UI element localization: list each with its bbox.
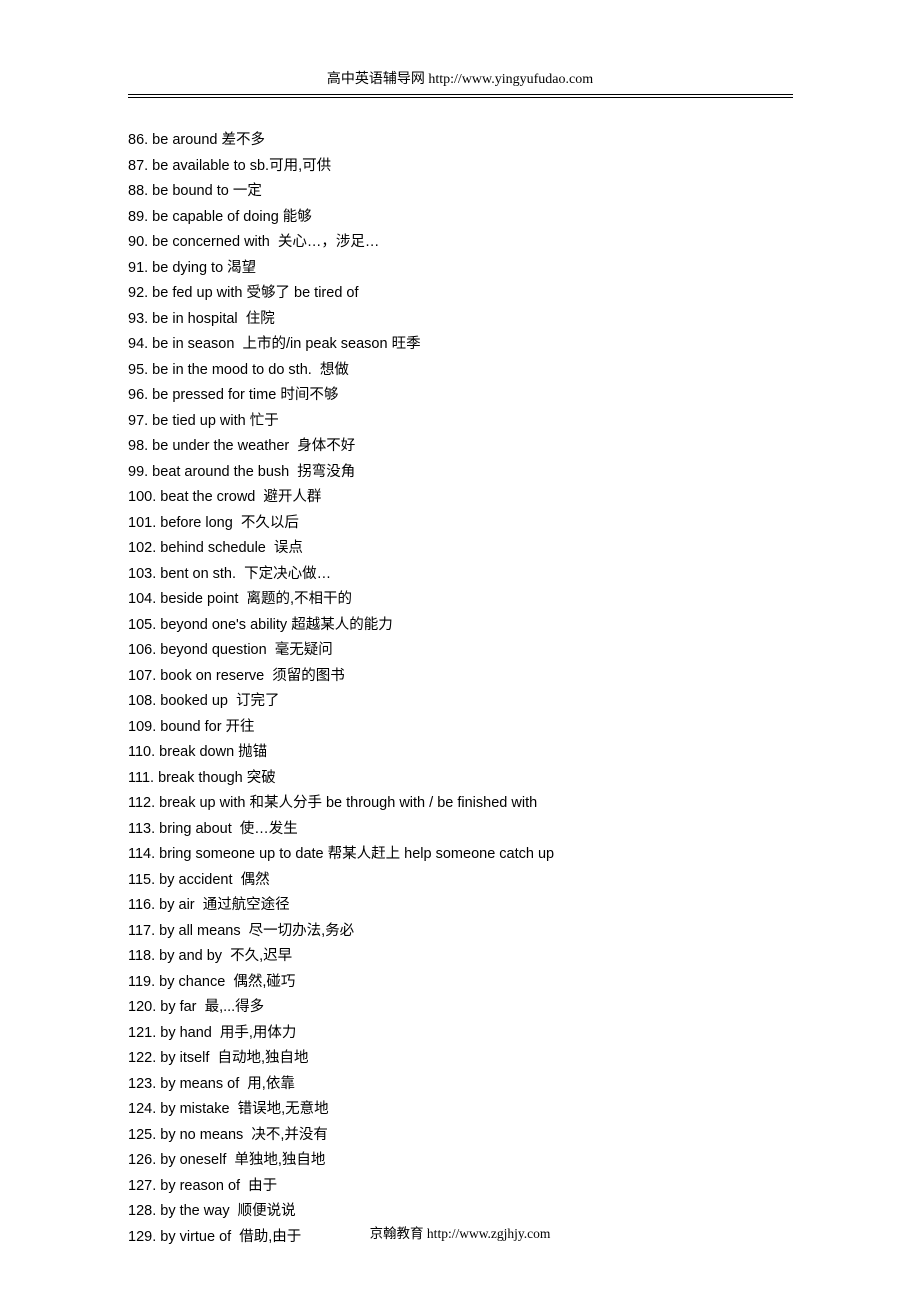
list-item: 91. be dying to 渴望 (128, 256, 920, 282)
page-footer: 京翰教育 http://www.zgjhjy.com (0, 1222, 920, 1242)
list-item: 127. by reason of 由于 (128, 1174, 920, 1200)
list-item: 103. bent on sth. 下定决心做… (128, 562, 920, 588)
list-item: 86. be around 差不多 (128, 128, 920, 154)
list-item: 117. by all means 尽一切办法,务必 (128, 919, 920, 945)
footer-text: 京翰教育 http://www.zgjhjy.com (370, 1226, 551, 1241)
vocabulary-list: 86. be around 差不多87. be available to sb.… (0, 98, 920, 1250)
list-item: 87. be available to sb.可用,可供 (128, 154, 920, 180)
list-item: 121. by hand 用手,用体力 (128, 1021, 920, 1047)
list-item: 106. beyond question 毫无疑问 (128, 638, 920, 664)
list-item: 122. by itself 自动地,独自地 (128, 1046, 920, 1072)
list-item: 111. break though 突破 (128, 766, 920, 792)
list-item: 92. be fed up with 受够了 be tired of (128, 281, 920, 307)
list-item: 126. by oneself 单独地,独自地 (128, 1148, 920, 1174)
list-item: 97. be tied up with 忙于 (128, 409, 920, 435)
list-item: 108. booked up 订完了 (128, 689, 920, 715)
page-header: 高中英语辅导网 http://www.yingyufudao.com (0, 0, 920, 98)
list-item: 107. book on reserve 须留的图书 (128, 664, 920, 690)
list-item: 123. by means of 用,依靠 (128, 1072, 920, 1098)
list-item: 101. before long 不久以后 (128, 511, 920, 537)
list-item: 113. bring about 使…发生 (128, 817, 920, 843)
list-item: 120. by far 最,...得多 (128, 995, 920, 1021)
list-item: 90. be concerned with 关心…，涉足… (128, 230, 920, 256)
list-item: 100. beat the crowd 避开人群 (128, 485, 920, 511)
list-item: 125. by no means 决不,并没有 (128, 1123, 920, 1149)
list-item: 118. by and by 不久,迟早 (128, 944, 920, 970)
list-item: 102. behind schedule 误点 (128, 536, 920, 562)
list-item: 105. beyond one's ability 超越某人的能力 (128, 613, 920, 639)
list-item: 119. by chance 偶然,碰巧 (128, 970, 920, 996)
list-item: 124. by mistake 错误地,无意地 (128, 1097, 920, 1123)
list-item: 88. be bound to 一定 (128, 179, 920, 205)
list-item: 110. break down 抛锚 (128, 740, 920, 766)
list-item: 128. by the way 顺便说说 (128, 1199, 920, 1225)
list-item: 89. be capable of doing 能够 (128, 205, 920, 231)
list-item: 96. be pressed for time 时间不够 (128, 383, 920, 409)
list-item: 104. beside point 离题的,不相干的 (128, 587, 920, 613)
list-item: 95. be in the mood to do sth. 想做 (128, 358, 920, 384)
list-item: 109. bound for 开往 (128, 715, 920, 741)
list-item: 93. be in hospital 住院 (128, 307, 920, 333)
list-item: 94. be in season 上市的/in peak season 旺季 (128, 332, 920, 358)
list-item: 112. break up with 和某人分手 be through with… (128, 791, 920, 817)
list-item: 99. beat around the bush 拐弯没角 (128, 460, 920, 486)
document-page: 高中英语辅导网 http://www.yingyufudao.com 86. b… (0, 0, 920, 1302)
list-item: 115. by accident 偶然 (128, 868, 920, 894)
list-item: 114. bring someone up to date 帮某人赶上 help… (128, 842, 920, 868)
list-item: 98. be under the weather 身体不好 (128, 434, 920, 460)
list-item: 116. by air 通过航空途径 (128, 893, 920, 919)
header-text: 高中英语辅导网 http://www.yingyufudao.com (327, 72, 593, 87)
